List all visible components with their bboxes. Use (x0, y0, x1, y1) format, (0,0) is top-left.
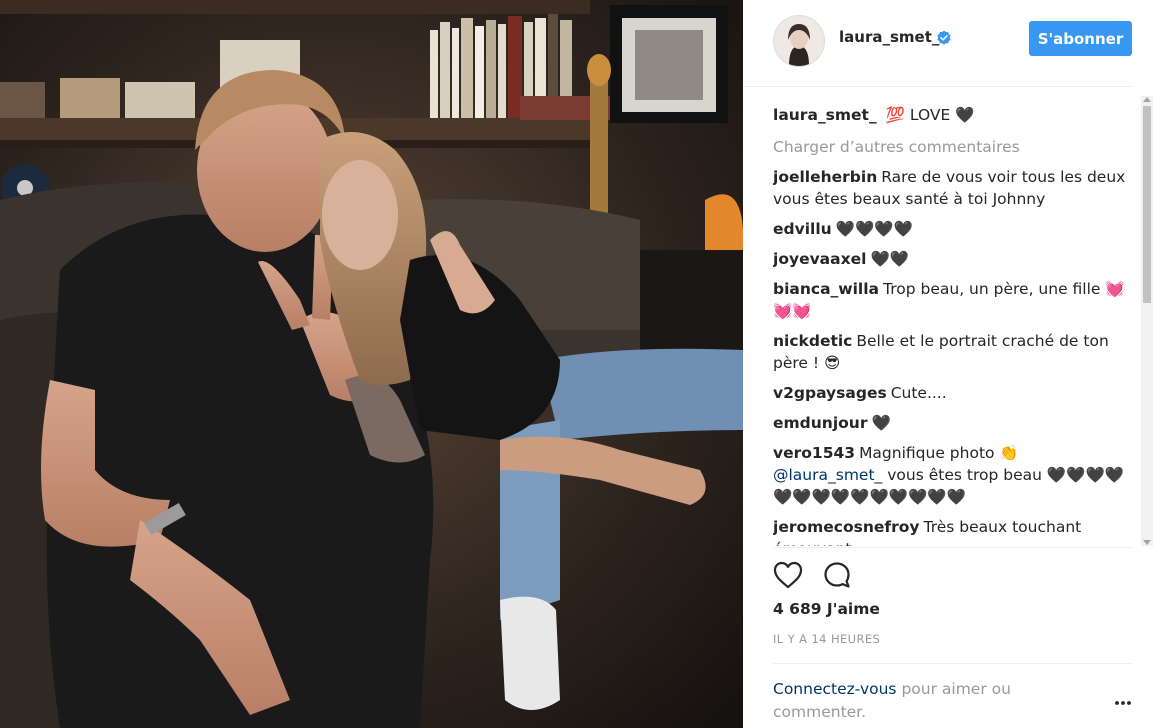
comment-text: 🖤🖤🖤🖤 (835, 220, 913, 238)
comment-username[interactable]: nickdetic (773, 332, 852, 350)
comment-item: v2gpaysages Cute.... (773, 382, 1141, 404)
comment-item: jeromecosnefroyTrès beaux touchant émouv… (773, 516, 1141, 546)
comment-username[interactable]: joyevaaxel (773, 250, 866, 268)
comment-bubble-icon[interactable] (823, 561, 851, 589)
comment-username[interactable]: jeromecosnefroy (773, 518, 920, 536)
load-more-comments-button[interactable]: Charger d’autres commentaires (773, 136, 1141, 158)
comment-mention-link[interactable]: @laura_smet_ (773, 466, 882, 484)
avatar[interactable] (773, 15, 825, 67)
comment-item: nickdetic Belle et le portrait craché de … (773, 330, 1141, 374)
login-prompt: Connectez-vous pour aimer ou commenter. (773, 678, 1063, 724)
comment-username[interactable]: laura_smet_ (773, 106, 877, 124)
scrollbar-thumb[interactable] (1143, 106, 1151, 303)
comment-username[interactable]: emdunjour (773, 414, 867, 432)
comments-list: laura_smet_ 💯 LOVE 🖤 Charger d’autres co… (773, 98, 1141, 546)
comment-item: edvillu 🖤🖤🖤🖤 (773, 218, 1141, 240)
post-sidebar: laura_smet_ S'abonner laura_smet_ 💯 LOVE… (743, 0, 1153, 728)
comment-text: Cute.... (890, 384, 947, 402)
verified-badge-icon (937, 30, 951, 45)
post-caption: laura_smet_ 💯 LOVE 🖤 (773, 104, 1141, 126)
follow-button[interactable]: S'abonner (1029, 21, 1132, 56)
avatar-image (774, 16, 824, 66)
scroll-up-arrow-icon[interactable] (1143, 97, 1151, 102)
comment-item: bianca_willa Trop beau, un père, une fill… (773, 278, 1141, 322)
post-timestamp[interactable]: IL Y A 14 HEURES (773, 632, 880, 646)
comment-item: emdunjour 🖤 (773, 412, 1141, 434)
post-header: laura_smet_ S'abonner (743, 0, 1132, 87)
comment-username[interactable]: v2gpaysages (773, 384, 887, 402)
comment-item: joelleherbin Rare de vous voir tous les d… (773, 166, 1141, 210)
post-photo (0, 0, 743, 728)
more-options-icon[interactable] (1113, 698, 1133, 708)
scroll-down-arrow-icon[interactable] (1143, 540, 1151, 545)
login-link[interactable]: Connectez-vous (773, 680, 897, 698)
divider (773, 547, 1132, 548)
divider (773, 663, 1132, 664)
comments-scrollbar[interactable] (1141, 96, 1153, 546)
comment-item: joyevaaxel 🖤🖤 (773, 248, 1141, 270)
comment-text: 🖤 (871, 414, 891, 432)
post-author-username[interactable]: laura_smet_ (839, 28, 939, 46)
comment-text: 🖤🖤 (870, 250, 910, 268)
comment-username[interactable]: edvillu (773, 220, 832, 238)
comment-username[interactable]: bianca_willa (773, 280, 879, 298)
comment-username[interactable]: joelleherbin (773, 168, 877, 186)
comment-item: vero1543 Magnifique photo 👏 @laura_smet_ … (773, 442, 1141, 508)
comment-text: 💯 LOVE 🖤 (885, 106, 975, 124)
photo-illustration (0, 0, 743, 728)
heart-icon[interactable] (773, 561, 803, 589)
comment-text: Magnifique photo 👏 (859, 444, 1019, 462)
comment-username[interactable]: vero1543 (773, 444, 855, 462)
likes-count[interactable]: 4 689 J'aime (773, 600, 880, 618)
